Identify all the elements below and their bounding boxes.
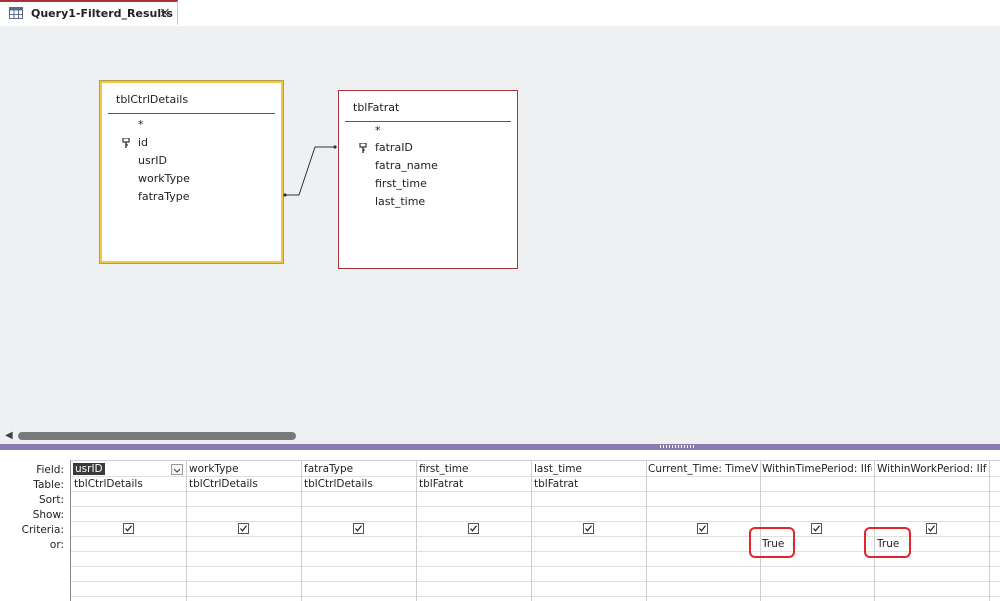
grid-field-cell[interactable]: workType: [189, 463, 239, 475]
grid-field-cell[interactable]: usrID: [73, 463, 105, 475]
field-usrid[interactable]: usrID: [138, 154, 167, 167]
show-checkbox[interactable]: [468, 523, 479, 534]
query-grid-area: Field: Table: Sort: Show: Criteria: or: …: [0, 450, 1000, 601]
grid-field-cell[interactable]: WithinWorkPeriod: IIf([: [877, 463, 987, 475]
row-label-table: Table:: [33, 479, 64, 491]
row-label-sort: Sort:: [38, 494, 64, 506]
show-checkbox[interactable]: [238, 523, 249, 534]
table-title: tblCtrlDetails: [116, 93, 189, 106]
table-box-tblctrldetails[interactable]: tblCtrlDetails * id usrID workType fatra…: [99, 80, 284, 264]
grid-field-cell[interactable]: Current_Time: TimeValu: [648, 463, 758, 475]
row-label-criteria: Criteria:: [21, 524, 64, 536]
row-label-or: or:: [49, 539, 64, 551]
splitter-grip-icon[interactable]: [660, 445, 696, 448]
show-checkbox[interactable]: [123, 523, 134, 534]
field-all[interactable]: *: [375, 124, 381, 137]
show-checkbox[interactable]: [811, 523, 822, 534]
key-icon: [359, 143, 367, 153]
row-label-field: Field:: [36, 464, 64, 476]
field-all[interactable]: *: [138, 118, 144, 131]
grid-field-cell[interactable]: last_time: [534, 463, 582, 475]
query-design-area[interactable]: tblCtrlDetails * id usrID workType fatra…: [0, 26, 1000, 428]
scroll-left-icon[interactable]: ◀: [5, 430, 13, 441]
table-title-divider: [108, 113, 275, 114]
show-checkbox[interactable]: [697, 523, 708, 534]
show-checkbox[interactable]: [353, 523, 364, 534]
table-title-divider: [345, 121, 511, 122]
field-dropdown-button[interactable]: [171, 464, 183, 475]
scrollbar-thumb[interactable]: [18, 432, 296, 440]
grid-table-cell[interactable]: tblFatrat: [419, 478, 463, 490]
close-icon[interactable]: ×: [159, 5, 171, 21]
field-worktype[interactable]: workType: [138, 172, 190, 185]
field-id[interactable]: id: [138, 136, 148, 149]
chevron-down-icon: [173, 468, 181, 473]
grid-field-cell[interactable]: WithinTimePeriod: IIf([: [762, 463, 872, 475]
key-icon: [122, 138, 130, 148]
query-icon: [9, 7, 23, 19]
table-box-tblfatrat[interactable]: tblFatrat * fatraID fatra_name first_tim…: [338, 90, 518, 269]
query-tab[interactable]: Query1-Filterd_Results ×: [0, 0, 178, 25]
grid-table-cell[interactable]: tblCtrlDetails: [189, 478, 258, 490]
grid-table-cell[interactable]: tblFatrat: [534, 478, 578, 490]
field-fatraid[interactable]: fatraID: [375, 141, 413, 154]
row-label-show: Show:: [32, 509, 64, 521]
show-checkbox[interactable]: [926, 523, 937, 534]
table-title: tblFatrat: [353, 101, 400, 114]
field-first-time[interactable]: first_time: [375, 177, 427, 190]
field-fatra-name[interactable]: fatra_name: [375, 159, 438, 172]
criteria-highlight: [749, 527, 795, 558]
design-horizontal-scrollbar[interactable]: ◀: [0, 428, 1000, 444]
relationship-line[interactable]: [280, 136, 342, 198]
grid-field-cell[interactable]: first_time: [419, 463, 469, 475]
query-design-grid: usrID tblCtrlDetails workType tblCtrlDet…: [70, 460, 1000, 601]
grid-table-cell[interactable]: tblCtrlDetails: [74, 478, 143, 490]
show-checkbox[interactable]: [583, 523, 594, 534]
field-last-time[interactable]: last_time: [375, 195, 425, 208]
grid-table-cell[interactable]: tblCtrlDetails: [304, 478, 373, 490]
document-tab-strip: Query1-Filterd_Results ×: [0, 0, 1000, 27]
criteria-highlight: [864, 527, 911, 558]
field-fatratype[interactable]: fatraType: [138, 190, 189, 203]
grid-field-cell[interactable]: fatraType: [304, 463, 353, 475]
query-tab-label: Query1-Filterd_Results: [31, 7, 173, 20]
